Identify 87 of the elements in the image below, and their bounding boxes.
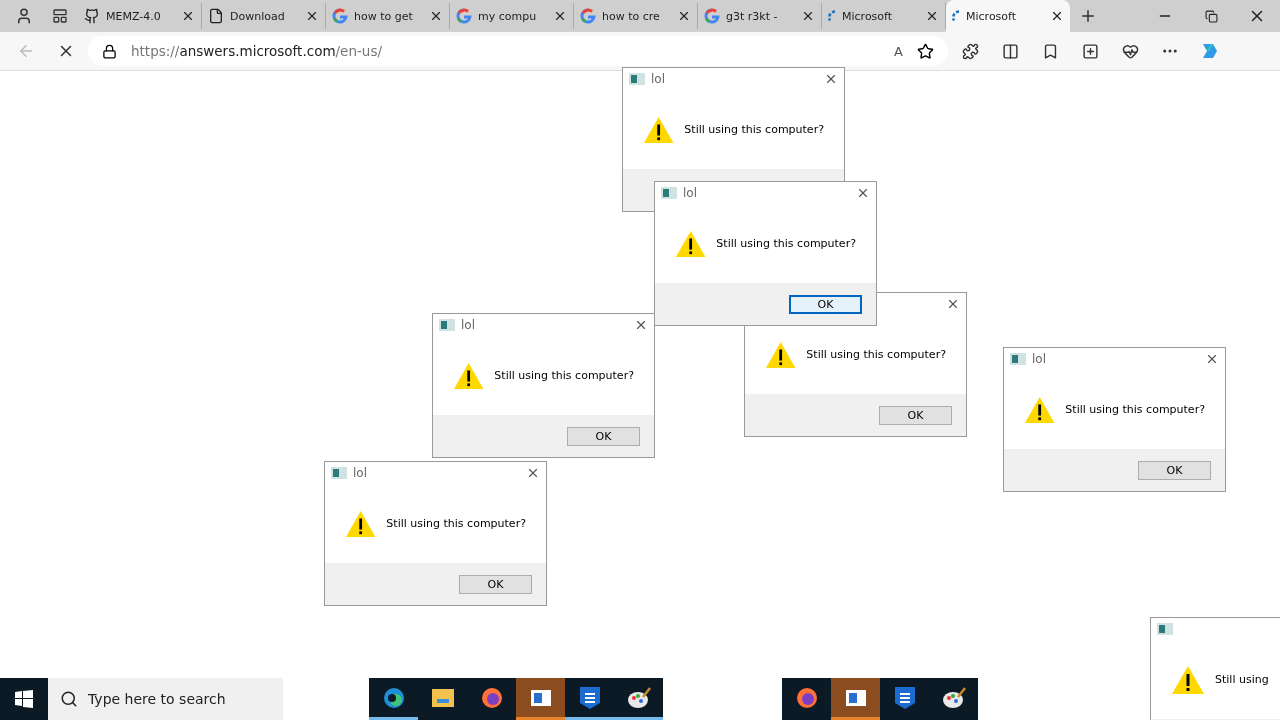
- dialog-title: lol: [683, 186, 697, 200]
- close-icon[interactable]: [677, 9, 691, 23]
- close-icon[interactable]: [634, 318, 648, 332]
- warning-icon: [675, 228, 707, 259]
- app-icon: [661, 187, 677, 199]
- dialog-message: Still using this computer?: [806, 348, 946, 361]
- search-icon: [60, 690, 78, 708]
- tab-title: my compu: [478, 9, 538, 23]
- app-icon: [331, 467, 347, 479]
- tab-title: Microsoft: [842, 9, 894, 23]
- favorite-star-icon[interactable]: [917, 42, 934, 60]
- browser-tab[interactable]: how to get: [326, 3, 450, 29]
- read-aloud-button[interactable]: A: [894, 43, 903, 59]
- search-field[interactable]: Type here to search: [48, 678, 283, 720]
- browser-tab[interactable]: how to cre: [574, 3, 698, 29]
- warning-icon: [1171, 664, 1205, 695]
- close-icon[interactable]: [553, 9, 567, 23]
- firefox-icon[interactable]: [794, 685, 819, 710]
- tab-title: MEMZ-4.0: [106, 9, 162, 23]
- close-icon[interactable]: [925, 9, 939, 23]
- window-icon[interactable]: [529, 688, 552, 707]
- shield-icon[interactable]: [578, 685, 601, 710]
- firefox-icon[interactable]: [479, 685, 504, 710]
- browser-tab[interactable]: my compu: [450, 3, 574, 29]
- dialog-title: lol: [353, 466, 367, 480]
- close-icon[interactable]: [801, 9, 815, 23]
- browser-tab[interactable]: Microsoft: [946, 0, 1070, 32]
- windows-logo-icon: [15, 690, 33, 708]
- dialog-title: lol: [461, 318, 475, 332]
- dialog-message: Still using this computer?: [1065, 403, 1205, 416]
- address-bar[interactable]: https://answers.microsoft.com/en-us/ A: [88, 36, 948, 66]
- close-icon[interactable]: [305, 9, 319, 23]
- browser-icon[interactable]: [381, 685, 406, 710]
- palette-icon[interactable]: [941, 686, 966, 709]
- ok-button[interactable]: OK: [567, 426, 640, 446]
- ok-button[interactable]: OK: [1138, 460, 1211, 480]
- ok-button[interactable]: OK: [879, 405, 952, 425]
- close-icon[interactable]: [181, 9, 195, 23]
- tab-title: how to get: [354, 9, 414, 23]
- google-icon: [456, 8, 472, 24]
- close-icon[interactable]: [526, 466, 540, 480]
- dialog-title: lol: [1032, 352, 1046, 366]
- tab-title: g3t r3kt -: [726, 9, 779, 23]
- close-icon[interactable]: [856, 186, 870, 200]
- lock-icon: [102, 43, 117, 59]
- document-icon: [208, 8, 224, 24]
- tab-title: Download: [230, 9, 286, 23]
- warning-icon: [345, 508, 377, 539]
- github-icon: [84, 8, 100, 24]
- tab-title: Microsoft: [966, 9, 1018, 23]
- browser-tab[interactable]: Download: [202, 3, 326, 29]
- warning-icon: [643, 114, 675, 145]
- app-icon: [439, 319, 455, 331]
- search-placeholder: Type here to search: [88, 691, 226, 707]
- browser-tab[interactable]: g3t r3kt -: [698, 3, 822, 29]
- start-button[interactable]: [0, 678, 48, 720]
- dialog-title: lol: [651, 72, 665, 86]
- warning-icon: [453, 360, 485, 391]
- warning-icon: [765, 339, 797, 370]
- dialog-message: Still using this computer?: [386, 517, 526, 530]
- close-icon[interactable]: [1205, 352, 1219, 366]
- tab-title: how to cre: [602, 9, 661, 23]
- url-text: https://answers.microsoft.com/en-us/: [131, 43, 383, 59]
- google-icon: [332, 8, 348, 24]
- browser-tab[interactable]: MEMZ-4.0: [78, 3, 202, 29]
- warning-icon: [1024, 394, 1056, 425]
- palette-icon[interactable]: [626, 686, 651, 709]
- google-icon: [580, 8, 596, 24]
- close-icon[interactable]: [1050, 9, 1064, 23]
- dialog-message: Still using: [1215, 673, 1269, 686]
- window-icon[interactable]: [844, 688, 867, 707]
- close-icon[interactable]: [824, 72, 838, 86]
- ok-button[interactable]: OK: [459, 574, 532, 594]
- shield-icon[interactable]: [893, 685, 916, 710]
- close-icon[interactable]: [946, 297, 960, 311]
- google-icon: [704, 8, 720, 24]
- app-icon: [1157, 623, 1173, 635]
- ok-button[interactable]: OK: [789, 294, 862, 314]
- folder-icon[interactable]: [430, 686, 455, 709]
- dialog-message: Still using this computer?: [684, 123, 824, 136]
- app-icon: [629, 73, 645, 85]
- close-icon[interactable]: [429, 9, 443, 23]
- app-icon: [1010, 353, 1026, 365]
- loading-spinner-icon: [828, 10, 836, 22]
- dialog-message: Still using this computer?: [716, 237, 856, 250]
- loading-spinner-icon: [952, 10, 960, 22]
- dialog-message: Still using this computer?: [494, 369, 634, 382]
